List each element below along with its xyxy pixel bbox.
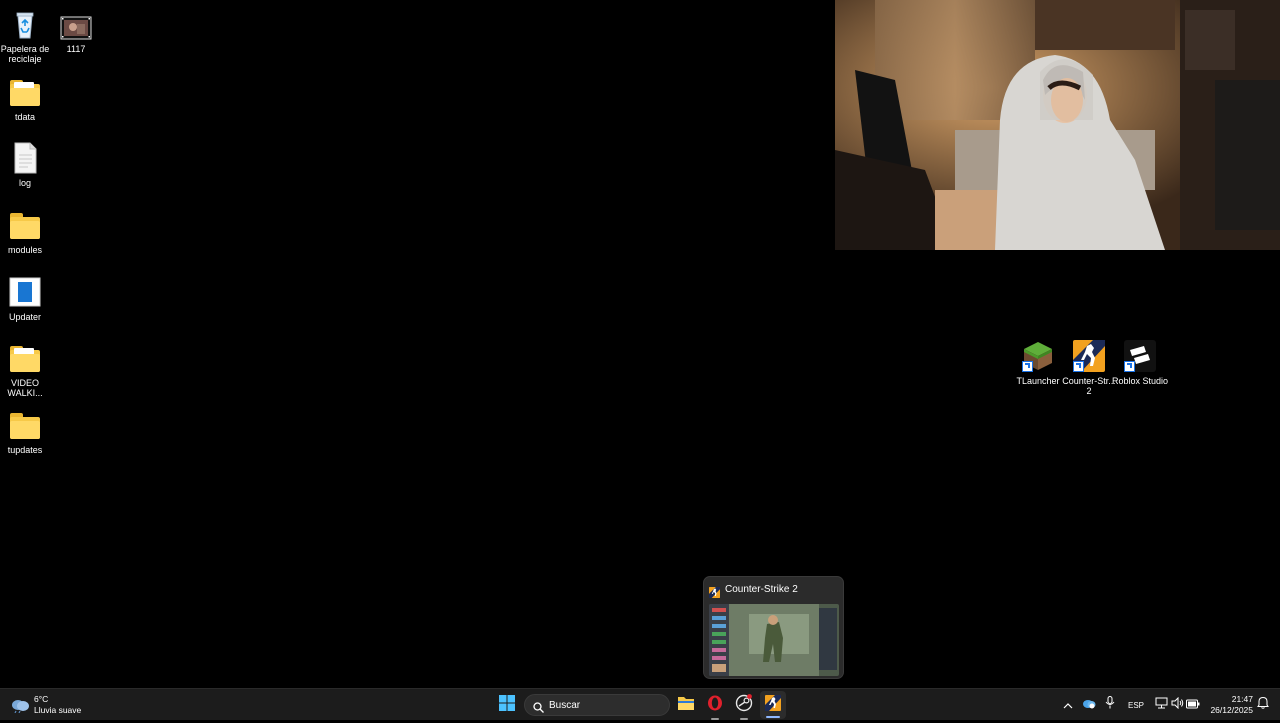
- desktop-icon-video-walki[interactable]: VIDEO WALKI...: [0, 338, 55, 398]
- windows-start-icon: [499, 694, 515, 716]
- opera-icon: [707, 695, 723, 716]
- desktop-icon-label: tupdates: [7, 445, 43, 455]
- desktop-icon-label: Roblox Studio: [1111, 376, 1169, 386]
- weather-temp: 6°C: [34, 694, 49, 704]
- shortcut-arrow-icon: [1073, 361, 1084, 372]
- taskbar-app-counter-strike-2[interactable]: [760, 691, 786, 719]
- tlauncher-icon: [1022, 340, 1054, 372]
- tray-microphone[interactable]: [1101, 689, 1119, 721]
- video-file-icon: [60, 16, 92, 48]
- microphone-icon: [1105, 696, 1115, 714]
- tray-overflow-button[interactable]: [1060, 689, 1076, 721]
- desktop-icon-1117[interactable]: 1117: [46, 12, 106, 54]
- steam-icon: [735, 693, 753, 717]
- desktop-icon-label: tdata: [14, 112, 36, 122]
- taskbar-app-opera[interactable]: [702, 689, 728, 721]
- bell-icon: [1257, 696, 1269, 714]
- desktop-icon-label: log: [18, 178, 31, 188]
- language-indicator: ESP: [1127, 700, 1144, 710]
- chevron-up-icon: [1063, 696, 1073, 714]
- desktop-icon-label: VIDEO WALKI...: [7, 378, 43, 398]
- desktop-icon-updater[interactable]: Updater: [0, 272, 55, 322]
- desktop-icon-modules[interactable]: modules: [0, 205, 55, 255]
- preview-thumbnail[interactable]: [709, 604, 839, 676]
- folder-icon: [9, 209, 41, 241]
- desktop-icon-tdata[interactable]: tdata: [0, 72, 55, 122]
- counter-strike-icon: [765, 694, 781, 716]
- cloud-rain-icon: [10, 697, 30, 718]
- folder-icon: [9, 342, 41, 374]
- shortcut-arrow-icon: [1124, 361, 1135, 372]
- taskbar: 6°C Lluvia suave Buscar ESP 21:47 26/12/…: [0, 688, 1280, 720]
- taskbar-app-steam[interactable]: [731, 689, 757, 721]
- notifications-button[interactable]: [1255, 689, 1271, 721]
- running-indicator: [766, 716, 780, 718]
- desktop-icon-label: Updater: [8, 312, 42, 322]
- tray-battery[interactable]: [1184, 689, 1202, 721]
- counter-strike-icon: [709, 585, 720, 598]
- desktop-icon-log[interactable]: log: [0, 138, 55, 188]
- desktop-icon-label: modules: [7, 245, 43, 255]
- webcam-overlay: [835, 0, 1280, 250]
- network-icon: [1155, 696, 1168, 714]
- weather-condition: Lluvia suave: [34, 705, 82, 715]
- taskbar-clock[interactable]: 21:47 26/12/2025: [1203, 694, 1253, 716]
- folder-icon: [677, 695, 695, 716]
- counter-strike-icon: [1073, 340, 1105, 372]
- preview-title: Counter-Strike 2: [725, 584, 798, 595]
- roblox-studio-icon: [1124, 340, 1156, 372]
- recycle-bin-icon: [9, 8, 41, 40]
- updater-app-icon: [9, 276, 41, 308]
- cloud-sync-icon: [1082, 696, 1096, 714]
- start-button[interactable]: [494, 689, 520, 721]
- clock-time: 21:47: [1231, 694, 1253, 704]
- desktop: Papelera de reciclaje 1117 tdata log mod…: [0, 0, 1280, 718]
- desktop-icon-roblox-studio[interactable]: Roblox Studio: [1110, 336, 1170, 386]
- search-placeholder: Buscar: [549, 700, 581, 711]
- search-icon: [533, 700, 544, 718]
- clock-date: 26/12/2025: [1210, 705, 1253, 715]
- folder-icon: [9, 409, 41, 441]
- taskbar-preview-popup[interactable]: Counter-Strike 2: [703, 576, 844, 679]
- battery-icon: [1186, 696, 1200, 714]
- shortcut-arrow-icon: [1022, 361, 1033, 372]
- taskbar-search[interactable]: Buscar: [524, 694, 670, 716]
- text-file-icon: [9, 142, 41, 174]
- speaker-icon: [1171, 696, 1184, 714]
- tray-onedrive[interactable]: [1080, 689, 1098, 721]
- folder-icon: [9, 76, 41, 108]
- tray-language[interactable]: ESP: [1124, 689, 1148, 721]
- desktop-icon-tupdates[interactable]: tupdates: [0, 405, 55, 455]
- taskbar-app-file-explorer[interactable]: [673, 689, 699, 721]
